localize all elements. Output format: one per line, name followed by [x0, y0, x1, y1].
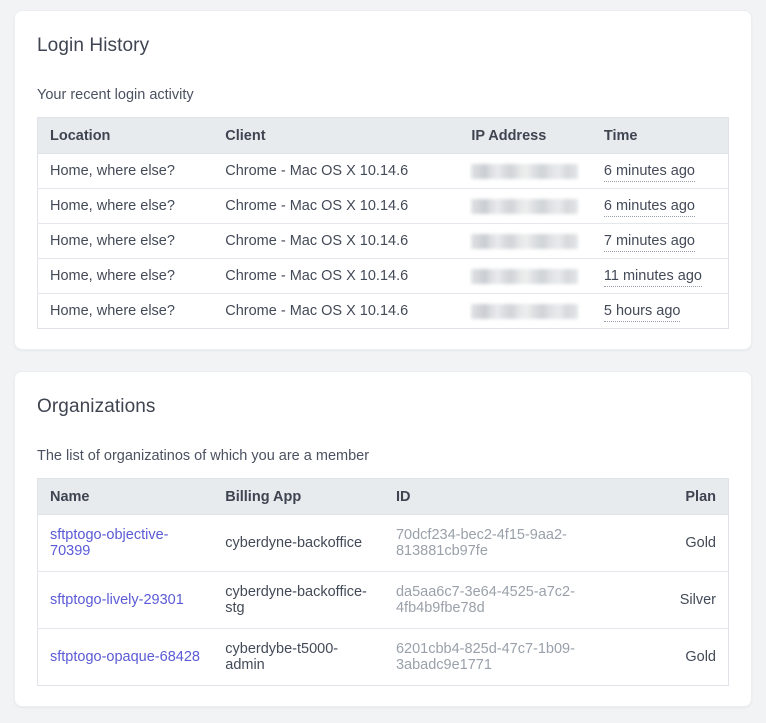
login-time: 5 hours ago	[591, 293, 729, 329]
table-row: Home, where else? Chrome - Mac OS X 10.1…	[37, 293, 729, 329]
organization-id: 70dcf234-bec2-4f15-9aa2-813881cb97fe	[383, 514, 644, 572]
table-row: Home, where else? Chrome - Mac OS X 10.1…	[37, 188, 729, 224]
organization-link[interactable]: sftptogo-objective-70399	[50, 527, 168, 559]
login-location: Home, where else?	[37, 293, 214, 329]
table-row: sftptogo-objective-70399 cyberdyne-backo…	[37, 514, 729, 572]
login-client: Chrome - Mac OS X 10.14.6	[213, 153, 460, 189]
organization-billing-app: cyberdyne-backoffice	[213, 514, 384, 572]
login-client: Chrome - Mac OS X 10.14.6	[213, 293, 460, 329]
organization-name-cell: sftptogo-lively-29301	[37, 571, 214, 629]
login-ip-address	[459, 153, 592, 189]
login-ip-address	[459, 188, 592, 224]
login-location: Home, where else?	[37, 188, 214, 224]
login-ip-address	[459, 293, 592, 329]
login-history-table-body: Home, where else? Chrome - Mac OS X 10.1…	[37, 153, 729, 329]
organizations-subtitle: The list of organizatinos of which you a…	[37, 448, 370, 464]
organization-plan: Gold	[643, 628, 729, 686]
column-header-plan: Plan	[643, 478, 729, 515]
organization-name-cell: sftptogo-objective-70399	[37, 514, 214, 572]
page-root: Login History Your recent login activity…	[0, 0, 766, 723]
organization-name-cell: sftptogo-opaque-68428	[37, 628, 214, 686]
redacted-ip-block	[471, 198, 579, 214]
redacted-ip-block	[471, 268, 579, 284]
column-header-id: ID	[383, 478, 644, 515]
login-location: Home, where else?	[37, 223, 214, 259]
login-ip-address	[459, 258, 592, 294]
column-header-time: Time	[591, 117, 729, 154]
login-time: 11 minutes ago	[591, 258, 729, 294]
organization-plan: Silver	[643, 571, 729, 629]
organization-link[interactable]: sftptogo-lively-29301	[50, 592, 184, 608]
organizations-card: Organizations The list of organizatinos …	[14, 371, 752, 707]
column-header-billing-app: Billing App	[213, 478, 384, 515]
column-header-location: Location	[37, 117, 214, 154]
login-location: Home, where else?	[37, 258, 214, 294]
column-header-name: Name	[37, 478, 214, 515]
redacted-ip-block	[471, 163, 579, 179]
login-time-label[interactable]: 11 minutes ago	[603, 268, 702, 287]
organizations-table-head: Name Billing App ID Plan	[37, 478, 729, 515]
table-row: Home, where else? Chrome - Mac OS X 10.1…	[37, 223, 729, 259]
login-history-card: Login History Your recent login activity…	[14, 10, 752, 350]
organization-billing-app: cyberdyne-backoffice-stg	[213, 571, 384, 629]
organization-billing-app: cyberdybe-t5000-admin	[213, 628, 384, 686]
login-history-table: Location Client IP Address Time Home, wh…	[37, 117, 729, 329]
organizations-title: Organizations	[37, 396, 156, 417]
organization-id: 6201cbb4-825d-47c7-1b09-3abadc9e1771	[383, 628, 644, 686]
login-time-label[interactable]: 5 hours ago	[603, 303, 681, 322]
login-ip-address	[459, 223, 592, 259]
table-row: sftptogo-lively-29301 cyberdyne-backoffi…	[37, 571, 729, 629]
login-time: 6 minutes ago	[591, 153, 729, 189]
login-time-label[interactable]: 6 minutes ago	[603, 163, 695, 182]
login-time-label[interactable]: 7 minutes ago	[603, 233, 695, 252]
table-row: sftptogo-opaque-68428 cyberdybe-t5000-ad…	[37, 628, 729, 686]
login-history-table-head: Location Client IP Address Time	[37, 117, 729, 154]
column-header-client: Client	[213, 117, 460, 154]
organization-plan: Gold	[643, 514, 729, 572]
login-location: Home, where else?	[37, 153, 214, 189]
organization-link[interactable]: sftptogo-opaque-68428	[50, 649, 200, 665]
login-history-subtitle: Your recent login activity	[37, 87, 194, 103]
column-header-ip-address: IP Address	[459, 117, 592, 154]
login-time-label[interactable]: 6 minutes ago	[603, 198, 695, 217]
table-row: Home, where else? Chrome - Mac OS X 10.1…	[37, 258, 729, 294]
table-header-row: Name Billing App ID Plan	[37, 478, 729, 515]
table-row: Home, where else? Chrome - Mac OS X 10.1…	[37, 153, 729, 189]
organization-id: da5aa6c7-3e64-4525-a7c2-4fb4b9fbe78d	[383, 571, 644, 629]
login-client: Chrome - Mac OS X 10.14.6	[213, 188, 460, 224]
organizations-table: Name Billing App ID Plan sftptogo-object…	[37, 478, 729, 686]
login-client: Chrome - Mac OS X 10.14.6	[213, 258, 460, 294]
table-header-row: Location Client IP Address Time	[37, 117, 729, 154]
login-history-title: Login History	[37, 35, 150, 56]
redacted-ip-block	[471, 233, 579, 249]
login-time: 6 minutes ago	[591, 188, 729, 224]
login-time: 7 minutes ago	[591, 223, 729, 259]
organizations-table-body: sftptogo-objective-70399 cyberdyne-backo…	[37, 514, 729, 686]
login-client: Chrome - Mac OS X 10.14.6	[213, 223, 460, 259]
redacted-ip-block	[471, 303, 579, 319]
